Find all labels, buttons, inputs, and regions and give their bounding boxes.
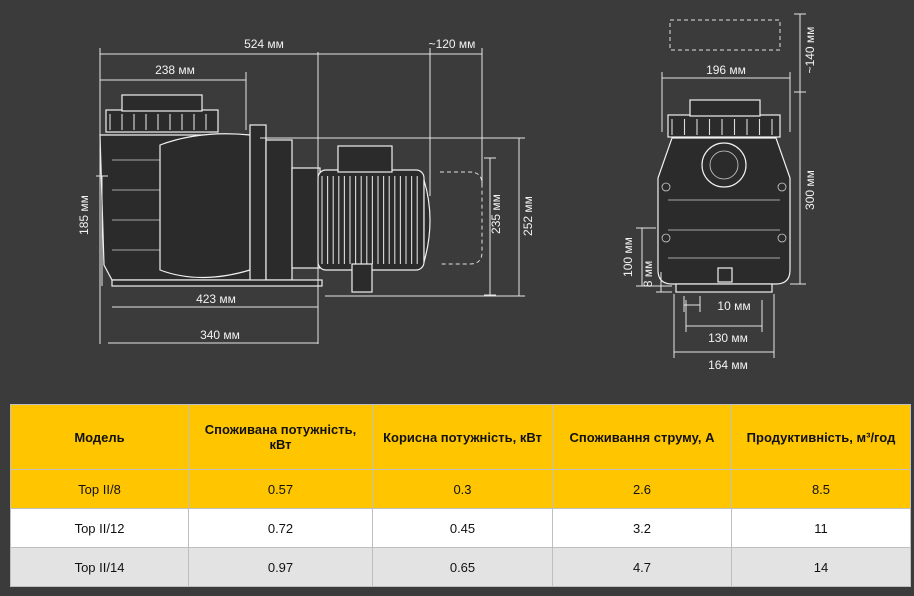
cell-power-consumed: 0.72 (188, 508, 373, 548)
dim-front-width: 196 мм (706, 63, 746, 77)
cell-flow-rate: 8.5 (731, 469, 911, 509)
dim-base-length: 423 мм (196, 292, 236, 306)
dim-inlet-height: 185 мм (77, 195, 91, 235)
header-power-useful: Корисна потужність, кВт (372, 404, 553, 470)
dim-total-height: 252 мм (521, 196, 535, 236)
front-view-pump (657, 19, 791, 293)
dim-overall-length: 524 мм (244, 37, 284, 51)
dim-lid-clearance: ~140 мм (803, 27, 817, 74)
dim-motor-clearance: ~120 мм (429, 37, 476, 51)
dim-inlet-offset: 238 мм (155, 63, 195, 77)
dim-foot-width: 10 мм (717, 299, 750, 313)
cell-current: 3.2 (552, 508, 732, 548)
cell-model: Top II/14 (10, 547, 189, 587)
cell-current: 2.6 (552, 469, 732, 509)
header-current: Споживання струму, А (552, 404, 732, 470)
cell-model: Top II/8 (10, 469, 189, 509)
cell-power-consumed: 0.57 (188, 469, 373, 509)
header-flow-rate: Продуктивність, м³/год (731, 404, 911, 470)
dim-outlet-height: 100 мм (621, 237, 635, 277)
dim-foot-length: 340 мм (200, 328, 240, 342)
dim-foot-height: 8 мм (641, 261, 655, 288)
table-row: Top II/8 0.57 0.3 2.6 8.5 (10, 469, 911, 509)
table-row: Top II/12 0.72 0.45 3.2 11 (10, 508, 911, 548)
cell-power-consumed: 0.97 (188, 547, 373, 587)
cell-flow-rate: 11 (731, 508, 911, 548)
side-view-pump (99, 94, 483, 293)
header-power-consumed: Споживана потужність, кВт (188, 404, 373, 470)
table-row: Top II/14 0.97 0.65 4.7 14 (10, 547, 911, 587)
spec-table: Модель Споживана потужність, кВт Корисна… (10, 404, 911, 587)
dim-motor-height: 235 мм (489, 194, 503, 234)
cell-power-useful: 0.45 (372, 508, 553, 548)
table-header-row: Модель Споживана потужність, кВт Корисна… (10, 404, 911, 470)
cell-power-useful: 0.65 (372, 547, 553, 587)
cell-flow-rate: 14 (731, 547, 911, 587)
cell-model: Top II/12 (10, 508, 189, 548)
dim-base-width: 164 мм (708, 358, 748, 372)
technical-drawing: 524 мм ~120 мм 238 мм 185 мм 235 мм 252 … (77, 13, 817, 372)
dim-foot-spacing: 130 мм (708, 331, 748, 345)
dim-front-height: 300 мм (803, 170, 817, 210)
header-model: Модель (10, 404, 189, 470)
cell-power-useful: 0.3 (372, 469, 553, 509)
cell-current: 4.7 (552, 547, 732, 587)
